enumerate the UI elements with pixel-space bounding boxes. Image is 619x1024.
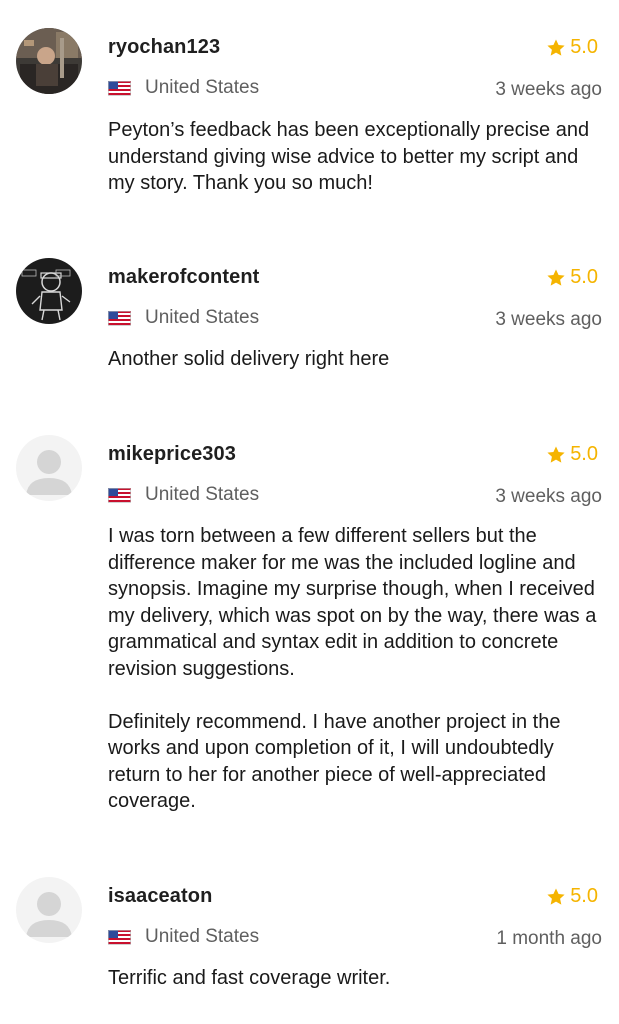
timestamp: 3 weeks ago (495, 79, 602, 100)
username[interactable]: isaaceaton (108, 885, 212, 908)
rating: 5.0 (546, 885, 598, 908)
rating-value: 5.0 (570, 885, 598, 907)
rating-value: 5.0 (570, 266, 598, 288)
avatar[interactable] (16, 435, 82, 501)
review-paragraph: Another solid delivery right here (108, 348, 390, 370)
timestamp: 3 weeks ago (495, 309, 602, 330)
default-user-avatar (16, 877, 82, 943)
us-flag-icon (108, 80, 131, 96)
username[interactable]: ryochan123 (108, 36, 220, 59)
star-icon (547, 888, 565, 905)
country-label: United States (145, 307, 260, 328)
country-label: United States (145, 484, 260, 505)
us-flag-icon (108, 929, 131, 945)
default-user-avatar (16, 435, 82, 501)
country-label: United States (145, 77, 260, 98)
review-text: Another solid delivery right here (108, 346, 608, 373)
country: United States (108, 77, 259, 99)
rating-value: 5.0 (570, 443, 598, 465)
username[interactable]: mikeprice303 (108, 443, 236, 466)
rating-value: 5.0 (570, 36, 598, 58)
star-icon (547, 39, 565, 56)
review-paragraph: Terrific and fast coverage writer. (108, 967, 391, 989)
country-label: United States (145, 926, 260, 947)
username[interactable]: makerofcontent (108, 266, 259, 289)
review-text: I was torn between a few different selle… (108, 523, 608, 815)
us-flag-icon (108, 487, 131, 503)
timestamp: 1 month ago (496, 928, 602, 949)
rating: 5.0 (546, 443, 598, 466)
review-paragraph: Definitely recommend. I have another pro… (108, 710, 561, 813)
avatar[interactable] (16, 877, 82, 943)
country: United States (108, 926, 259, 948)
avatar[interactable] (16, 28, 82, 94)
avatar[interactable] (16, 258, 82, 324)
review-paragraph: I was torn between a few different selle… (108, 525, 597, 680)
star-icon (547, 446, 565, 463)
rating: 5.0 (546, 36, 598, 59)
country: United States (108, 484, 259, 506)
rating: 5.0 (546, 266, 598, 289)
us-flag-icon (108, 310, 131, 326)
review-text: Peyton’s feedback has been exceptionally… (108, 117, 608, 197)
country: United States (108, 307, 259, 329)
star-icon (547, 269, 565, 286)
timestamp: 3 weeks ago (495, 486, 602, 507)
review-paragraph: Peyton’s feedback has been exceptionally… (108, 119, 590, 194)
review-text: Terrific and fast coverage writer. (108, 965, 608, 992)
